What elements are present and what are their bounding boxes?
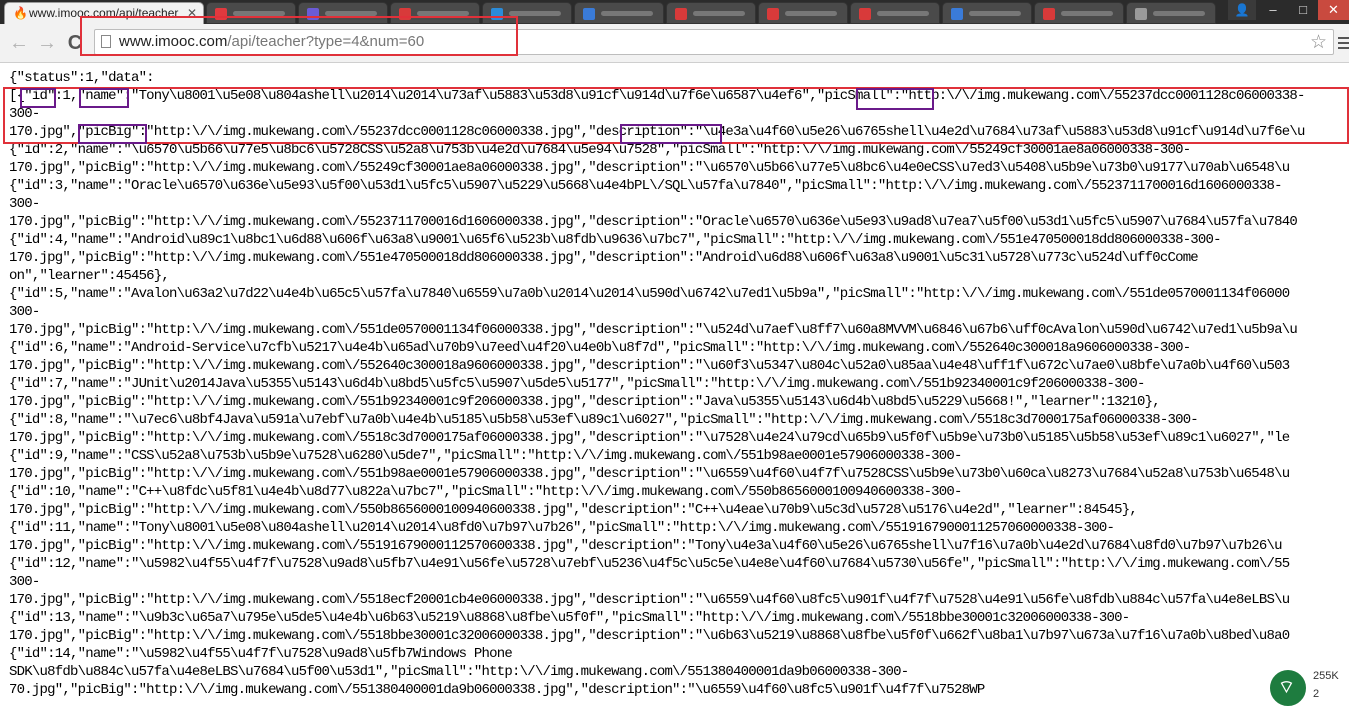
json-line: {"id":12,"name":"\u5982\u4f55\u4f7f\u752… xyxy=(9,556,1290,572)
maximize-icon[interactable]: □ xyxy=(1288,0,1318,20)
json-line: 70.jpg","picBig":"http:\/\/img.mukewang.… xyxy=(9,682,985,698)
json-text: {"status":1,"data": [{"id":1,"name":"Ton… xyxy=(9,69,1305,699)
json-line: 170.jpg","picBig":"http:\/\/img.mukewang… xyxy=(9,466,1290,482)
json-line: {"id":8,"name":"\u7ec6\u8bf4Java\u591a\u… xyxy=(9,412,1199,428)
tab-favicon-icon xyxy=(1135,8,1147,20)
tab-title-blurred xyxy=(877,11,929,16)
wifi-icon[interactable]: ⌔ xyxy=(1268,668,1308,708)
json-line: 170.jpg","picBig":"http:\/\/img.mukewang… xyxy=(9,628,1290,644)
json-line: 300- xyxy=(9,196,40,212)
json-line: {"id":2,"name":"\u6570\u5b66\u77e5\u8bc6… xyxy=(9,142,1191,158)
json-line: 170.jpg","picBig":"http:\/\/img.mukewang… xyxy=(9,538,1283,554)
background-tab[interactable] xyxy=(942,2,1032,24)
tab-favicon-icon xyxy=(951,8,963,20)
minimize-icon[interactable]: – xyxy=(1258,0,1288,20)
json-line: 300- xyxy=(9,304,40,320)
tab-title-blurred xyxy=(969,11,1021,16)
tab-title-blurred xyxy=(601,11,653,16)
json-line: 170.jpg","picBig":"http:\/\/img.mukewang… xyxy=(9,214,1298,230)
tab-title-blurred xyxy=(1061,11,1113,16)
tab-favicon-icon xyxy=(675,8,687,20)
json-line: 170.jpg","picBig":"http:\/\/img.mukewang… xyxy=(9,592,1290,608)
back-arrow-icon[interactable]: ← xyxy=(8,32,30,54)
json-line: {"id":5,"name":"Avalon\u63a2\u7d22\u4e4b… xyxy=(9,286,1290,302)
background-tab[interactable] xyxy=(666,2,756,24)
json-line: 170.jpg","picBig":"http:\/\/img.mukewang… xyxy=(9,502,1138,518)
json-line: 170.jpg","picBig":"http:\/\/img.mukewang… xyxy=(9,430,1290,446)
tab-favicon-icon xyxy=(767,8,779,20)
system-tray: ⌔ 255K 2 xyxy=(1266,666,1349,708)
tab-title-blurred xyxy=(785,11,837,16)
json-line: {"id":4,"name":"Android\u89c1\u8bc1\u6d8… xyxy=(9,232,1222,248)
json-line: {"id":9,"name":"CSS\u52a8\u753b\u5b9e\u7… xyxy=(9,448,962,464)
json-line: {"id":6,"name":"Android-Service\u7cfb\u5… xyxy=(9,340,1191,356)
json-line: {"id":11,"name":"Tony\u8001\u5e08\u804as… xyxy=(9,520,1115,536)
net-upload-speed: 255K xyxy=(1313,670,1339,682)
json-line: 300- xyxy=(9,574,40,590)
picBig-key-highlight xyxy=(78,124,147,144)
tab-favicon-icon xyxy=(1043,8,1055,20)
net-download-speed: 2 xyxy=(1313,688,1320,700)
json-line: {"id":13,"name":"\u9b3c\u65a7\u795e\u5de… xyxy=(9,610,1130,626)
json-line: 170.jpg","picBig":"http:\/\/img.mukewang… xyxy=(9,322,1298,338)
json-line: SDK\u8fdb\u884c\u57fa\u4e8eLBS\u7684\u5f… xyxy=(9,664,909,680)
chrome-menu-icon[interactable] xyxy=(1338,37,1349,52)
tab-title-blurred xyxy=(1153,11,1205,16)
background-tab[interactable] xyxy=(1126,2,1216,24)
json-line: 170.jpg","picBig":"http:\/\/img.mukewang… xyxy=(9,250,1199,266)
json-line: on","learner":45456}, xyxy=(9,268,170,284)
flame-favicon-icon: 🔥 xyxy=(13,6,28,20)
bookmark-star-icon[interactable]: ☆ xyxy=(1310,31,1327,54)
name-key-highlight xyxy=(79,88,129,108)
id-key-highlight xyxy=(20,88,56,108)
json-line: {"id":10,"name":"C++\u8fdc\u5f81\u4e4b\u… xyxy=(9,484,962,500)
background-tab[interactable] xyxy=(1034,2,1124,24)
json-line: 170.jpg","picBig":"http:\/\/img.mukewang… xyxy=(9,160,1290,176)
tab-favicon-icon xyxy=(859,8,871,20)
background-tab[interactable] xyxy=(574,2,664,24)
json-line: 170.jpg","picBig":"http:\/\/img.mukewang… xyxy=(9,394,1161,410)
user-profile-icon[interactable]: 👤 xyxy=(1228,0,1256,20)
background-tab[interactable] xyxy=(850,2,940,24)
background-tab[interactable] xyxy=(758,2,848,24)
forward-arrow-icon[interactable]: → xyxy=(36,32,58,54)
tab-title-blurred xyxy=(693,11,745,16)
json-line: {"id":3,"name":"Oracle\u6570\u636e\u5e93… xyxy=(9,178,1283,194)
url-highlight-box xyxy=(80,16,518,56)
tab-favicon-icon xyxy=(583,8,595,20)
picSmall-key-highlight xyxy=(856,88,934,110)
json-line: 170.jpg","picBig":"http:\/\/img.mukewang… xyxy=(9,358,1290,374)
json-line: {"id":14,"name":"\u5982\u4f55\u4f7f\u752… xyxy=(9,646,513,662)
json-response-view: {"status":1,"data": [{"id":1,"name":"Ton… xyxy=(0,63,1349,700)
close-window-icon[interactable]: ✕ xyxy=(1318,0,1349,20)
json-line: {"id":7,"name":"JUnit\u2014Java\u5355\u5… xyxy=(9,376,1145,392)
json-line: {"status":1,"data": xyxy=(9,70,155,86)
description-key-highlight xyxy=(620,124,722,144)
